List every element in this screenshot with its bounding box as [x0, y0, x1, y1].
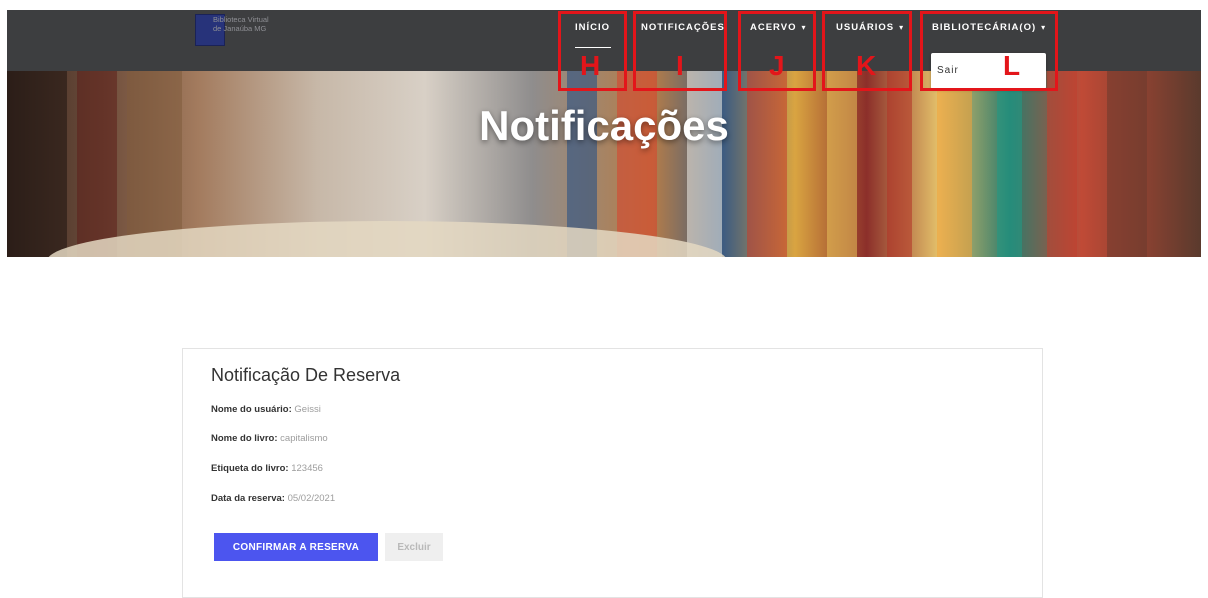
annotation-label-k: K — [856, 50, 877, 81]
field-book-tag: Etiqueta do livro: 123456 — [211, 463, 323, 474]
page-title: Notificações — [479, 102, 729, 149]
reservation-notification-card: Notificação De Reserva Nome do usuário: … — [182, 348, 1043, 598]
annotation-label-l: L — [1003, 50, 1021, 81]
annotation-box-l — [920, 11, 1058, 91]
field-user-name: Nome do usuário: Geissi — [211, 404, 321, 415]
brand-text[interactable]: Biblioteca Virtual de Janaúba MG — [213, 15, 269, 33]
field-book-name: Nome do livro: capitalismo — [211, 433, 328, 444]
field-label: Etiqueta do livro: — [211, 463, 289, 474]
annotation-label-h: H — [580, 50, 601, 81]
field-label: Nome do usuário: — [211, 404, 292, 415]
annotation-label-i: I — [676, 50, 684, 81]
field-value: 123456 — [291, 463, 323, 474]
field-label: Data da reserva: — [211, 493, 285, 504]
delete-button[interactable]: Excluir — [385, 533, 443, 561]
field-label: Nome do livro: — [211, 433, 278, 444]
field-value: 05/02/2021 — [287, 493, 336, 504]
brand-line-2: de Janaúba MG — [213, 24, 267, 33]
brand-line-1: Biblioteca Virtual — [213, 15, 269, 24]
confirm-reservation-button[interactable]: CONFIRMAR A RESERVA — [214, 533, 378, 561]
field-value: capitalismo — [280, 433, 328, 444]
hero-banner: Notificações — [7, 71, 1201, 257]
field-reservation-date: Data da reserva: 05/02/2021 — [211, 493, 335, 504]
card-title: Notificação De Reserva — [211, 365, 401, 385]
field-value: Geissi — [294, 404, 321, 415]
annotation-label-j: J — [769, 50, 785, 81]
